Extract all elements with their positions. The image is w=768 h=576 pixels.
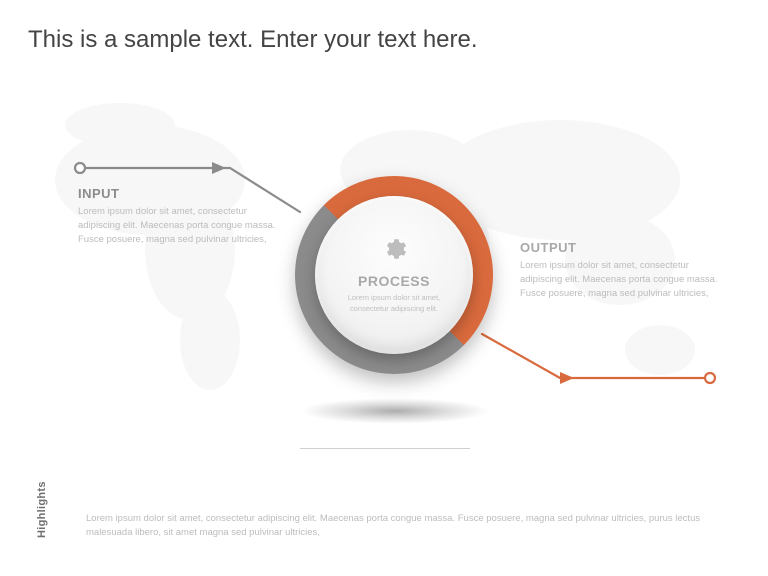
slide-title[interactable]: This is a sample text. Enter your text h… [28, 26, 478, 54]
output-arrowhead [560, 372, 574, 384]
output-body: Lorem ipsum dolor sit amet, consectetur … [520, 259, 720, 300]
output-block[interactable]: OUTPUT Lorem ipsum dolor sit amet, conse… [520, 240, 720, 300]
process-description: Lorem ipsum dolor sit amet, consectetur … [315, 289, 473, 313]
gear-icon [381, 236, 407, 267]
highlights-body[interactable]: Lorem ipsum dolor sit amet, consectetur … [86, 512, 706, 541]
input-label: INPUT [78, 186, 278, 201]
input-arrowhead [212, 162, 226, 174]
divider [300, 448, 470, 449]
process-label: PROCESS [358, 273, 430, 289]
process-drop-shadow [300, 398, 490, 424]
input-body: Lorem ipsum dolor sit amet, consectetur … [78, 205, 278, 246]
highlights-label: Highlights [36, 481, 48, 538]
slide-canvas: This is a sample text. Enter your text h… [0, 0, 768, 576]
input-block[interactable]: INPUT Lorem ipsum dolor sit amet, consec… [78, 186, 278, 246]
output-label: OUTPUT [520, 240, 720, 255]
process-circle: PROCESS Lorem ipsum dolor sit amet, cons… [304, 185, 484, 365]
process-inner: PROCESS Lorem ipsum dolor sit amet, cons… [315, 196, 473, 354]
